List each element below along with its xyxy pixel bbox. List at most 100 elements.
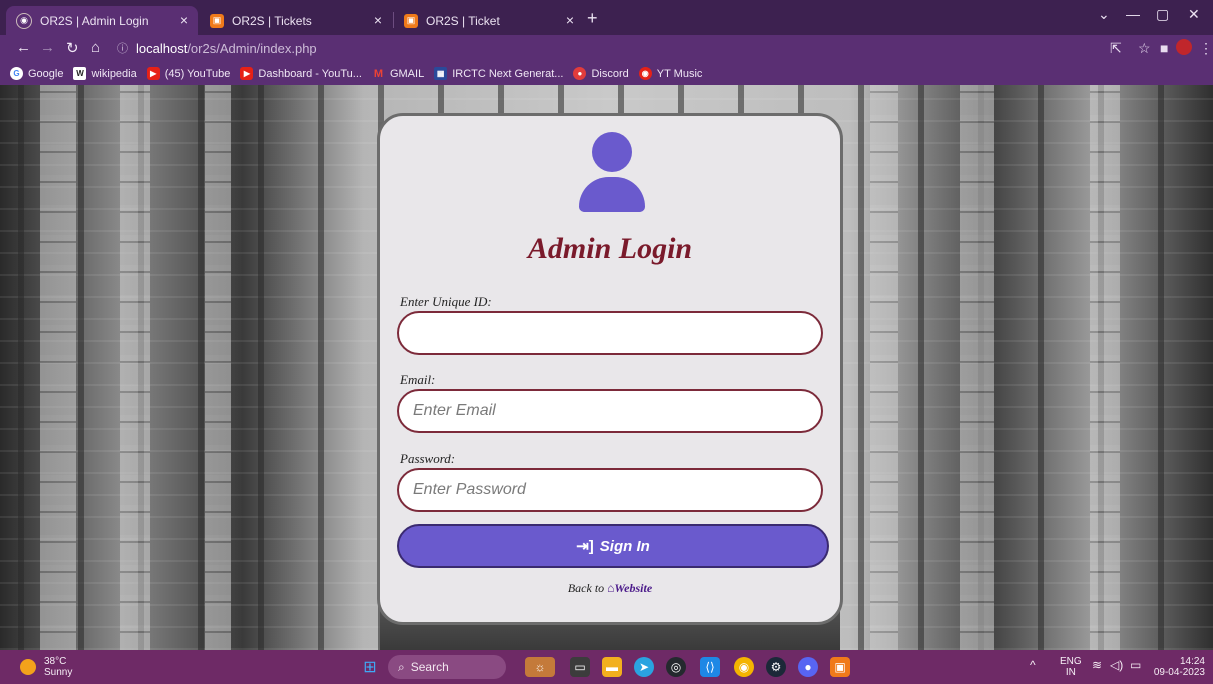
search-label: Search — [410, 660, 449, 674]
close-tab-icon[interactable]: × — [180, 12, 188, 28]
tab-ticket[interactable]: ▣ OR2S | Ticket × — [394, 6, 584, 35]
temperature: 38°C — [44, 656, 67, 667]
bookmark-label: wikipedia — [91, 67, 137, 80]
email-input[interactable] — [397, 389, 823, 433]
youtube-studio-icon: ▶ — [240, 67, 254, 80]
bookmark-label: Dashboard - YouTu... — [258, 67, 362, 80]
bridge-girder — [205, 85, 231, 650]
share-icon[interactable]: ⇱ — [1110, 40, 1122, 57]
wikipedia-icon: W — [73, 67, 87, 80]
back-to-website: Back to ⌂Website — [380, 581, 840, 596]
close-tab-icon[interactable]: × — [566, 12, 574, 28]
bookmark-label: Discord — [591, 67, 629, 80]
tab-title: OR2S | Tickets — [232, 13, 312, 28]
bookmark-google[interactable]: G Google — [10, 67, 63, 80]
bookmark-star-icon[interactable]: ☆ — [1138, 40, 1151, 57]
yt-music-icon: ◉ — [638, 67, 652, 80]
wifi-icon[interactable]: ≋ — [1092, 659, 1102, 671]
clock[interactable]: 14:24 09-04-2023 — [1150, 656, 1205, 678]
taskbar: 38°C Sunny ⊞ ⌕ Search ☼ ▭ ▬ ➤ ◎ ⟨⟩ ◉ ⚙ ●… — [0, 650, 1213, 684]
vscode-icon[interactable]: ⟨⟩ — [700, 657, 720, 677]
home-icon[interactable]: ⌂ — [91, 39, 100, 56]
address-bar[interactable]: ⓘ localhost/or2s/Admin/index.php — [117, 37, 1117, 59]
weather-widget[interactable]: 38°C Sunny — [20, 656, 72, 678]
bookmark-yt-music[interactable]: ◉ YT Music — [638, 67, 703, 80]
taskbar-search[interactable]: ⌕ Search — [388, 655, 506, 679]
unique-id-label: Enter Unique ID: — [400, 294, 492, 309]
bookmark-label: Google — [28, 67, 64, 80]
close-tab-icon[interactable]: × — [374, 12, 382, 28]
battery-icon[interactable]: ▭ — [1130, 659, 1141, 671]
chrome-icon[interactable]: ◉ — [734, 657, 754, 677]
github-icon[interactable]: ◎ — [666, 657, 686, 677]
bookmark-discord[interactable]: ● Discord — [573, 67, 629, 80]
email-label: Email: — [400, 372, 436, 387]
sun-icon — [20, 659, 36, 675]
bookmark-label: IRCTC Next Generat... — [452, 67, 564, 80]
tab-admin-login[interactable]: ◉ OR2S | Admin Login × — [6, 6, 198, 35]
website-link-label: Website — [614, 581, 653, 595]
windows-start-icon[interactable]: ⊞ — [360, 657, 380, 677]
task-view-icon[interactable]: ▭ — [570, 657, 590, 677]
region: IN — [1065, 667, 1076, 678]
language-indicator[interactable]: ENG IN — [1060, 656, 1082, 678]
bookmark-irctc[interactable]: ▦ IRCTC Next Generat... — [434, 67, 563, 80]
forward-arrow-icon[interactable]: → — [40, 39, 55, 56]
site-info-icon[interactable]: ⓘ — [117, 40, 128, 56]
profile-avatar[interactable] — [1176, 39, 1192, 55]
browser-tab-bar: ◉ OR2S | Admin Login × ▣ OR2S | Tickets … — [0, 0, 1213, 35]
time: 14:24 — [1179, 656, 1205, 667]
volume-icon[interactable]: ◁) — [1110, 659, 1123, 671]
tab-tickets[interactable]: ▣ OR2S | Tickets × — [200, 6, 392, 35]
date: 09-04-2023 — [1153, 667, 1205, 678]
restore-icon[interactable]: ▢ — [1156, 6, 1169, 23]
bridge-girder — [1090, 85, 1120, 650]
gmail-icon: M — [373, 67, 384, 80]
sign-in-button[interactable]: ⇥] Sign In — [397, 524, 829, 568]
show-hidden-icons[interactable]: ^ — [1030, 659, 1036, 671]
youtube-icon: ▶ — [146, 67, 160, 80]
bookmark-label: GMAIL — [389, 67, 425, 80]
unique-id-input[interactable] — [397, 311, 823, 355]
bookmark-wikipedia[interactable]: W wikipedia — [73, 67, 137, 80]
user-avatar-icon — [579, 132, 645, 212]
google-icon: G — [10, 67, 23, 80]
bookmark-youtube[interactable]: ▶ (45) YouTube — [146, 67, 231, 80]
steam-icon[interactable]: ⚙ — [766, 657, 786, 677]
close-window-icon[interactable]: ✕ — [1188, 6, 1200, 23]
tab-search-icon[interactable]: ⌄ — [1098, 6, 1110, 23]
url-path: /or2s/Admin/index.php — [187, 40, 317, 56]
back-arrow-icon[interactable]: ← — [16, 39, 31, 56]
bookmark-label: (45) YouTube — [164, 67, 231, 80]
file-explorer-icon[interactable]: ▬ — [602, 657, 622, 677]
xampp-icon[interactable]: ▣ — [830, 657, 850, 677]
irctc-icon: ▦ — [434, 67, 448, 80]
website-link[interactable]: ⌂Website — [607, 581, 652, 595]
bookmarks-bar: G Google W wikipedia ▶ (45) YouTube ▶ Da… — [0, 62, 1213, 85]
search-icon: ⌕ — [398, 659, 405, 674]
bridge-girder — [870, 85, 898, 650]
reload-icon[interactable]: ↻ — [66, 39, 79, 57]
language: ENG — [1060, 656, 1082, 667]
telegram-icon[interactable]: ➤ — [634, 657, 654, 677]
discord-app-icon[interactable]: ● — [798, 657, 818, 677]
bridge-girder — [40, 85, 76, 650]
menu-kebab-icon[interactable]: ⋮ — [1199, 40, 1213, 57]
side-panel-icon[interactable]: ■ — [1160, 40, 1168, 56]
sign-in-label: Sign In — [599, 537, 650, 555]
url-host: localhost — [136, 40, 188, 56]
login-title: Admin Login — [527, 232, 693, 265]
password-label: Password: — [400, 451, 456, 466]
bridge-girder — [960, 85, 994, 650]
or2s-favicon-icon: ▣ — [404, 13, 418, 28]
minimize-icon[interactable]: — — [1126, 6, 1140, 22]
bookmark-label: YT Music — [656, 67, 703, 80]
weather-condition: Sunny — [44, 667, 73, 678]
bookmark-gmail[interactable]: M GMAIL — [372, 67, 424, 80]
bookmark-dashboard[interactable]: ▶ Dashboard - YouTu... — [240, 67, 362, 80]
bridge-girder — [120, 85, 150, 650]
new-tab-icon[interactable]: + — [587, 8, 598, 29]
widgets-icon[interactable]: ☼ — [525, 657, 555, 677]
tab-title: OR2S | Ticket — [426, 13, 500, 28]
password-input[interactable] — [397, 468, 823, 512]
